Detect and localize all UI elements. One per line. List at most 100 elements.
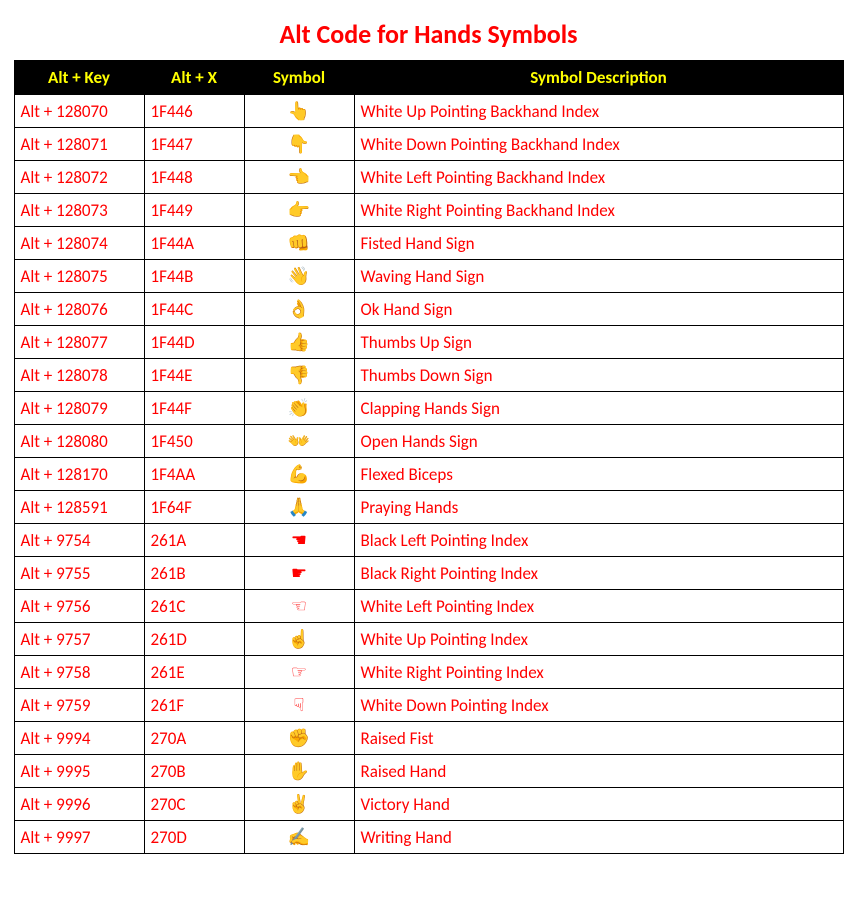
cell-desc: Thumbs Down Sign <box>354 359 843 392</box>
table-row: Alt + 1280771F44D👍Thumbs Up Sign <box>14 326 843 359</box>
cell-altkey: Alt + 9758 <box>14 656 144 689</box>
cell-symbol: ✊ <box>244 722 354 755</box>
header-desc: Symbol Description <box>354 61 843 95</box>
cell-altx: 270B <box>144 755 244 788</box>
cell-symbol: 👎 <box>244 359 354 392</box>
cell-altkey: Alt + 128591 <box>14 491 144 524</box>
table-row: Alt + 1280701F446👆White Up Pointing Back… <box>14 95 843 128</box>
cell-symbol: ✋ <box>244 755 354 788</box>
cell-altkey: Alt + 128080 <box>14 425 144 458</box>
cell-symbol: 👆 <box>244 95 354 128</box>
cell-desc: Waving Hand Sign <box>354 260 843 293</box>
cell-desc: Writing Hand <box>354 821 843 854</box>
cell-symbol: 👐 <box>244 425 354 458</box>
cell-altx: 1F4AA <box>144 458 244 491</box>
cell-symbol: ☛ <box>244 557 354 590</box>
cell-symbol: ✍ <box>244 821 354 854</box>
cell-altx: 261F <box>144 689 244 722</box>
cell-symbol: ☞ <box>244 656 354 689</box>
cell-symbol: 👇 <box>244 128 354 161</box>
cell-altkey: Alt + 128074 <box>14 227 144 260</box>
cell-symbol: ☝ <box>244 623 354 656</box>
table-row: Alt + 1280731F449👉White Right Pointing B… <box>14 194 843 227</box>
cell-altkey: Alt + 128079 <box>14 392 144 425</box>
cell-desc: Clapping Hands Sign <box>354 392 843 425</box>
table-row: Alt + 1280781F44E👎Thumbs Down Sign <box>14 359 843 392</box>
table-row: Alt + 9996270C✌Victory Hand <box>14 788 843 821</box>
table-row: Alt + 9758261E☞White Right Pointing Inde… <box>14 656 843 689</box>
header-altx: Alt + X <box>144 61 244 95</box>
cell-altx: 1F448 <box>144 161 244 194</box>
cell-desc: Raised Fist <box>354 722 843 755</box>
cell-desc: Raised Hand <box>354 755 843 788</box>
cell-altx: 1F447 <box>144 128 244 161</box>
cell-symbol: ✌ <box>244 788 354 821</box>
table-row: Alt + 1280741F44A👊Fisted Hand Sign <box>14 227 843 260</box>
cell-desc: Black Left Pointing Index <box>354 524 843 557</box>
table-row: Alt + 1285911F64F🙏Praying Hands <box>14 491 843 524</box>
table-row: Alt + 1280751F44B👋Waving Hand Sign <box>14 260 843 293</box>
cell-altx: 1F450 <box>144 425 244 458</box>
cell-altx: 270A <box>144 722 244 755</box>
cell-symbol: ☜ <box>244 590 354 623</box>
table-row: Alt + 9994270A✊Raised Fist <box>14 722 843 755</box>
cell-altx: 1F44C <box>144 293 244 326</box>
cell-altx: 1F44F <box>144 392 244 425</box>
cell-desc: Black Right Pointing Index <box>354 557 843 590</box>
cell-symbol: 👍 <box>244 326 354 359</box>
table-row: Alt + 9997270D✍Writing Hand <box>14 821 843 854</box>
table-row: Alt + 9759261F☟White Down Pointing Index <box>14 689 843 722</box>
cell-altkey: Alt + 128076 <box>14 293 144 326</box>
cell-symbol: 💪 <box>244 458 354 491</box>
table-row: Alt + 9755261B☛Black Right Pointing Inde… <box>14 557 843 590</box>
page-title: Alt Code for Hands Symbols <box>10 10 847 60</box>
cell-altkey: Alt + 128075 <box>14 260 144 293</box>
table-row: Alt + 9995270B✋Raised Hand <box>14 755 843 788</box>
table-row: Alt + 1280801F450👐Open Hands Sign <box>14 425 843 458</box>
cell-altkey: Alt + 9994 <box>14 722 144 755</box>
table-body: Alt + 1280701F446👆White Up Pointing Back… <box>14 95 843 854</box>
cell-altx: 1F64F <box>144 491 244 524</box>
table-row: Alt + 9754261A☚Black Left Pointing Index <box>14 524 843 557</box>
cell-desc: White Up Pointing Index <box>354 623 843 656</box>
cell-altkey: Alt + 9756 <box>14 590 144 623</box>
table-row: Alt + 1280711F447👇White Down Pointing Ba… <box>14 128 843 161</box>
cell-desc: Thumbs Up Sign <box>354 326 843 359</box>
table-row: Alt + 9757261D☝White Up Pointing Index <box>14 623 843 656</box>
cell-desc: White Left Pointing Backhand Index <box>354 161 843 194</box>
cell-altx: 1F446 <box>144 95 244 128</box>
cell-altkey: Alt + 9759 <box>14 689 144 722</box>
cell-altkey: Alt + 9757 <box>14 623 144 656</box>
cell-altkey: Alt + 9997 <box>14 821 144 854</box>
cell-altkey: Alt + 9996 <box>14 788 144 821</box>
table-row: Alt + 1280791F44F👏Clapping Hands Sign <box>14 392 843 425</box>
table-header-row: Alt + Key Alt + X Symbol Symbol Descript… <box>14 61 843 95</box>
cell-desc: Open Hands Sign <box>354 425 843 458</box>
cell-altx: 261C <box>144 590 244 623</box>
cell-symbol: 👈 <box>244 161 354 194</box>
table-row: Alt + 1280761F44C👌Ok Hand Sign <box>14 293 843 326</box>
cell-symbol: ☟ <box>244 689 354 722</box>
cell-desc: Ok Hand Sign <box>354 293 843 326</box>
cell-desc: White Up Pointing Backhand Index <box>354 95 843 128</box>
cell-desc: Fisted Hand Sign <box>354 227 843 260</box>
cell-altx: 261D <box>144 623 244 656</box>
cell-symbol: ☚ <box>244 524 354 557</box>
cell-altkey: Alt + 128072 <box>14 161 144 194</box>
cell-symbol: 👋 <box>244 260 354 293</box>
cell-altx: 261B <box>144 557 244 590</box>
cell-altx: 1F44D <box>144 326 244 359</box>
alt-code-table: Alt + Key Alt + X Symbol Symbol Descript… <box>14 60 844 854</box>
table-row: Alt + 1281701F4AA💪Flexed Biceps <box>14 458 843 491</box>
cell-desc: White Left Pointing Index <box>354 590 843 623</box>
table-row: Alt + 1280721F448👈White Left Pointing Ba… <box>14 161 843 194</box>
cell-altx: 1F44B <box>144 260 244 293</box>
cell-altx: 270C <box>144 788 244 821</box>
cell-desc: White Down Pointing Backhand Index <box>354 128 843 161</box>
cell-altx: 270D <box>144 821 244 854</box>
cell-altkey: Alt + 128078 <box>14 359 144 392</box>
cell-symbol: 👊 <box>244 227 354 260</box>
cell-altx: 261A <box>144 524 244 557</box>
cell-symbol: 👉 <box>244 194 354 227</box>
cell-altkey: Alt + 9995 <box>14 755 144 788</box>
